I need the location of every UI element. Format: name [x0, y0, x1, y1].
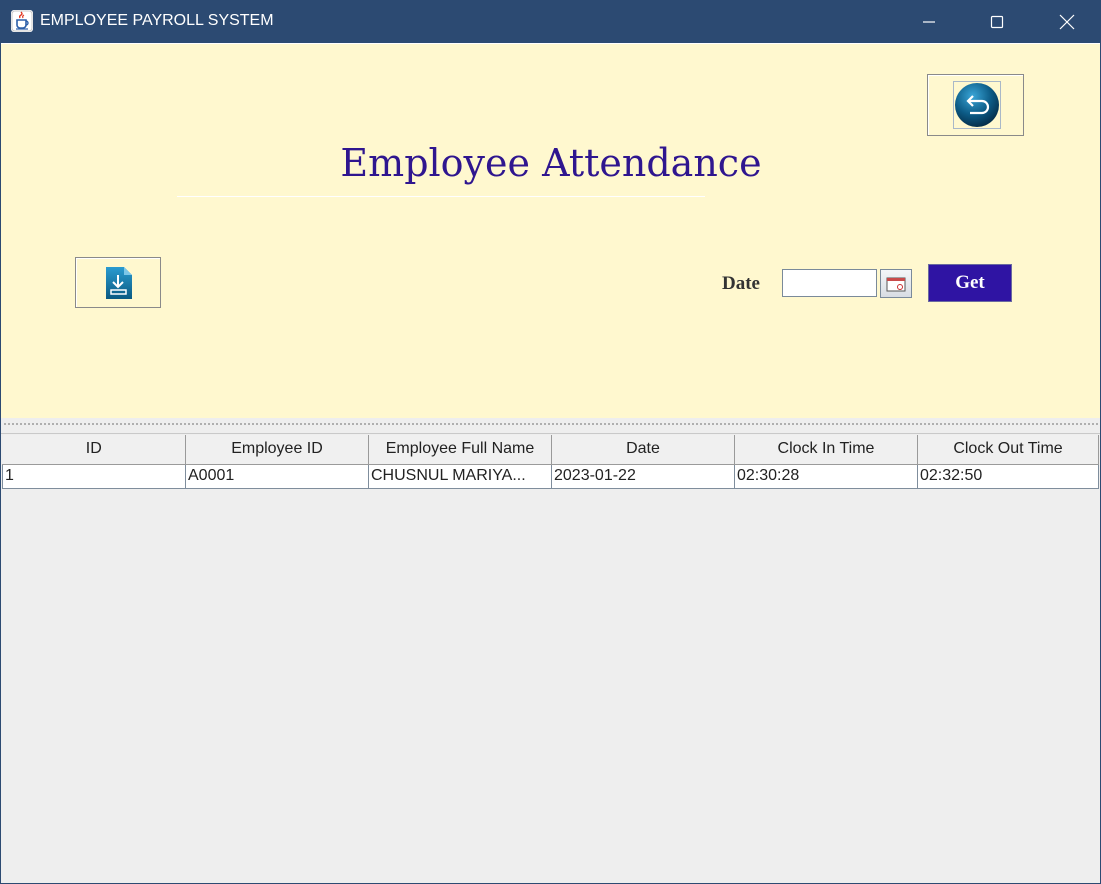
export-button[interactable]: [75, 257, 161, 308]
close-button[interactable]: [1034, 1, 1100, 43]
table-header-row: ID Employee ID Employee Full Name Date C…: [2, 435, 1099, 465]
attendance-table-area: ID Employee ID Employee Full Name Date C…: [1, 433, 1100, 883]
date-label: Date: [722, 273, 760, 294]
column-header-employee-full-name[interactable]: Employee Full Name: [368, 435, 552, 465]
cell-clock-out-time[interactable]: 02:32:50: [917, 464, 1099, 489]
download-document-icon: [106, 267, 132, 299]
calendar-icon: [886, 277, 906, 291]
cell-clock-in-time[interactable]: 02:30:28: [734, 464, 918, 489]
page-title: Employee Attendance: [340, 141, 762, 185]
get-button[interactable]: Get: [928, 264, 1012, 302]
maximize-button[interactable]: [964, 1, 1030, 43]
back-arrow-icon: [955, 83, 999, 127]
column-header-date[interactable]: Date: [551, 435, 735, 465]
column-header-clock-in-time[interactable]: Clock In Time: [734, 435, 918, 465]
divider-grip: [3, 422, 1098, 426]
window-title: EMPLOYEE PAYROLL SYSTEM: [40, 12, 274, 29]
column-header-clock-out-time[interactable]: Clock Out Time: [917, 435, 1099, 465]
cell-date[interactable]: 2023-01-22: [551, 464, 735, 489]
maximize-icon: [990, 15, 1004, 29]
table-row[interactable]: 1 A0001 CHUSNUL MARIYA... 2023-01-22 02:…: [2, 464, 1099, 489]
attendance-header-panel: Employee Attendance Date Get: [1, 44, 1100, 418]
minimize-icon: [923, 21, 935, 23]
attendance-table: ID Employee ID Employee Full Name Date C…: [2, 435, 1099, 489]
title-underline: [177, 196, 705, 197]
close-icon: [1059, 14, 1075, 30]
column-header-id[interactable]: ID: [2, 435, 186, 465]
cell-id[interactable]: 1: [2, 464, 186, 489]
back-button[interactable]: [927, 74, 1024, 136]
cell-employee-full-name[interactable]: CHUSNUL MARIYA...: [368, 464, 552, 489]
split-pane-divider[interactable]: [1, 418, 1100, 433]
back-button-frame: [953, 81, 1001, 129]
cell-employee-id[interactable]: A0001: [185, 464, 369, 489]
title-bar[interactable]: EMPLOYEE PAYROLL SYSTEM: [1, 1, 1100, 43]
application-window: EMPLOYEE PAYROLL SYSTEM Employee Attenda…: [0, 0, 1101, 884]
column-header-employee-id[interactable]: Employee ID: [185, 435, 369, 465]
minimize-button[interactable]: [896, 1, 962, 43]
export-button-frame: [103, 266, 135, 300]
calendar-button[interactable]: [880, 269, 912, 298]
date-input[interactable]: [782, 269, 877, 297]
java-cup-icon: [11, 10, 33, 32]
